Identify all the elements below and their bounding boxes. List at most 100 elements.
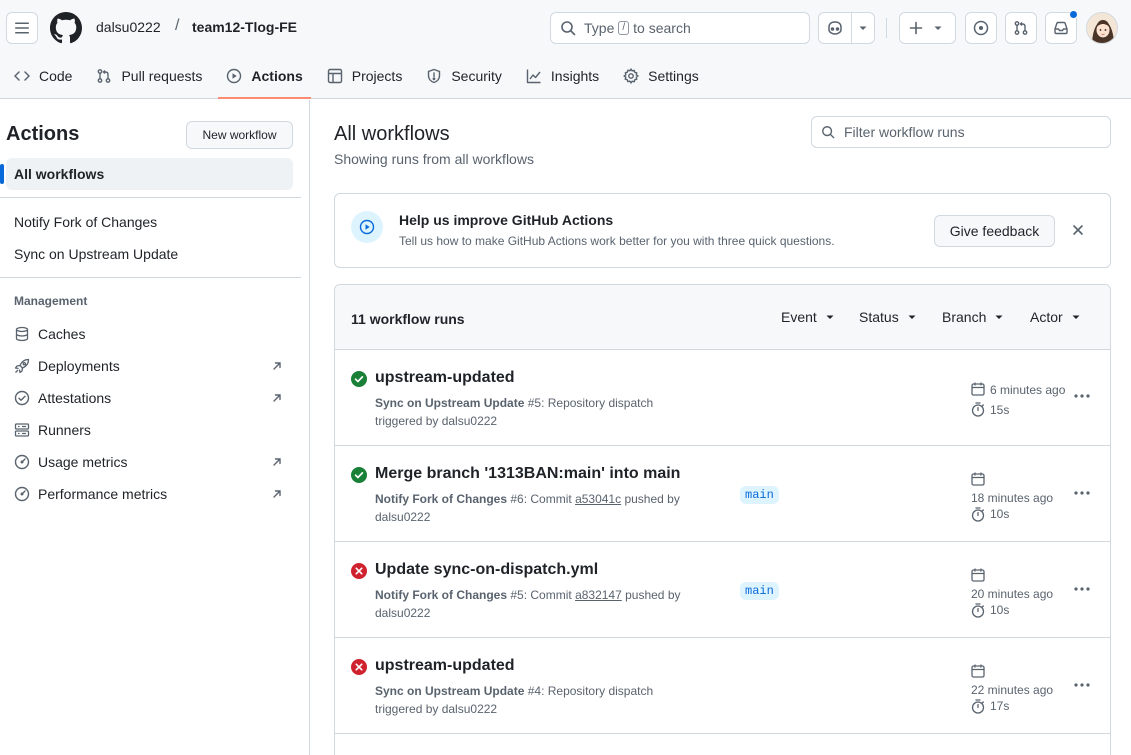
create-new-button[interactable] xyxy=(899,12,956,44)
code-icon xyxy=(14,71,30,81)
sidebar-item-attestations[interactable]: Attestations xyxy=(14,388,286,408)
global-search-input[interactable]: Type / to search xyxy=(550,12,810,44)
branch-label[interactable]: main xyxy=(740,582,779,600)
arrow-up-right-icon xyxy=(273,490,281,498)
chevron-down-icon xyxy=(995,315,1003,319)
sidebar-item-all-workflows[interactable]: All workflows xyxy=(0,158,293,190)
sidebar-item-deployments[interactable]: Deployments xyxy=(14,356,286,376)
breadcrumb-owner[interactable]: dalsu0222 xyxy=(96,19,161,35)
sidebar-item-sync-upstream[interactable]: Sync on Upstream Update xyxy=(14,246,178,262)
tab-security-label: Security xyxy=(451,68,502,84)
run-timestamp: 6 minutes ago xyxy=(990,383,1066,397)
calendar-icon xyxy=(971,382,985,396)
calendar-icon xyxy=(971,472,985,486)
sidebar-divider xyxy=(0,277,301,278)
sidebar-item-notify-fork[interactable]: Notify Fork of Changes xyxy=(14,214,157,230)
banner-text: Tell us how to make GitHub Actions work … xyxy=(399,234,835,248)
run-number: #4 xyxy=(527,684,542,698)
breadcrumb-repo[interactable]: team12-Tlog-FE xyxy=(192,19,297,35)
run-event: : Commit xyxy=(523,492,576,506)
pull-requests-button[interactable] xyxy=(1005,12,1037,44)
sidebar-item-label: Caches xyxy=(38,326,86,342)
event-filter-dropdown[interactable]: Event xyxy=(781,309,835,325)
arrow-up-right-icon xyxy=(273,362,281,370)
sidebar-item-performance-metrics[interactable]: Performance metrics xyxy=(14,484,286,504)
filter-placeholder: Filter workflow runs xyxy=(844,124,965,140)
sidebar-item-runners[interactable]: Runners xyxy=(14,420,286,440)
header-divider xyxy=(886,18,887,38)
tab-insights-label: Insights xyxy=(550,68,600,84)
sidebar-item-label: Performance metrics xyxy=(38,486,168,502)
branch-filter-dropdown[interactable]: Branch xyxy=(942,309,1004,325)
play-circle-icon xyxy=(351,211,383,243)
page-subtitle: Showing runs from all workflows xyxy=(334,151,534,167)
tab-pull-requests[interactable]: Pull requests xyxy=(88,60,210,92)
workflow-run-row[interactable]: upstream-updated Sync on Upstream Update… xyxy=(335,350,1110,446)
status-filter-dropdown[interactable]: Status xyxy=(859,309,917,325)
github-logo-icon[interactable] xyxy=(50,12,82,44)
commit-sha-link[interactable]: a832147 xyxy=(575,588,622,602)
run-title[interactable]: upstream-updated xyxy=(375,369,515,387)
run-workflow: Sync on Upstream Update xyxy=(375,396,525,410)
sidebar-item-caches[interactable]: Caches xyxy=(14,324,286,344)
branch-label[interactable]: main xyxy=(740,486,779,504)
sidebar-item-label: Deployments xyxy=(38,358,120,374)
page-title: All workflows xyxy=(334,123,450,145)
tab-settings[interactable]: Settings xyxy=(615,60,707,92)
run-title[interactable]: upstream-updated xyxy=(375,657,515,675)
stopwatch-icon xyxy=(971,507,985,522)
workflow-run-row[interactable]: upstream-updated Sync on Upstream Update… xyxy=(335,638,1110,734)
kebab-horizontal-icon[interactable] xyxy=(1072,581,1092,597)
search-prefix: Type xyxy=(584,20,615,36)
copilot-button[interactable] xyxy=(819,13,852,43)
tab-actions[interactable]: Actions xyxy=(218,60,312,99)
run-workflow: Notify Fork of Changes xyxy=(375,492,508,506)
filter-workflow-runs-input[interactable]: Filter workflow runs xyxy=(811,116,1111,148)
issues-button[interactable] xyxy=(965,12,997,44)
tab-projects[interactable]: Projects xyxy=(319,60,411,92)
copilot-button-group xyxy=(818,12,875,44)
user-avatar[interactable] xyxy=(1086,12,1118,44)
run-timestamp: 22 minutes ago xyxy=(971,683,1054,697)
tab-insights[interactable]: Insights xyxy=(518,60,607,92)
tab-security[interactable]: Security xyxy=(418,60,510,92)
run-actor: dalsu0222 xyxy=(375,510,431,524)
actions-sidebar: Actions New workflow All workflows Notif… xyxy=(0,100,310,755)
kebab-horizontal-icon[interactable] xyxy=(1072,388,1092,404)
feedback-banner: Help us improve GitHub Actions Tell us h… xyxy=(334,193,1111,268)
menu-button[interactable] xyxy=(6,12,38,44)
workflow-run-row[interactable]: Merge branch '1313BAN:main' into main No… xyxy=(335,446,1110,542)
run-event-tail: pushed by xyxy=(621,588,681,602)
run-workflow: Notify Fork of Changes xyxy=(375,588,508,602)
run-timestamp: 18 minutes ago xyxy=(971,491,1054,505)
run-number: #5 xyxy=(527,396,542,410)
workflow-run-row[interactable]: Update sync-on-dispatch.yml Notify Fork … xyxy=(335,542,1110,638)
copilot-icon xyxy=(828,21,842,35)
run-title[interactable]: Update sync-on-dispatch.yml xyxy=(375,561,598,579)
actor-filter-dropdown[interactable]: Actor xyxy=(1030,309,1081,325)
shield-icon xyxy=(428,68,441,84)
new-workflow-button[interactable]: New workflow xyxy=(186,121,293,149)
run-duration: 10s xyxy=(990,603,1010,617)
close-icon[interactable] xyxy=(1070,222,1086,238)
sidebar-item-label: Runners xyxy=(38,422,91,438)
filter-label: Branch xyxy=(942,309,987,325)
give-feedback-button[interactable]: Give feedback xyxy=(934,215,1055,247)
stopwatch-icon xyxy=(971,402,985,417)
kebab-horizontal-icon[interactable] xyxy=(1072,677,1092,693)
copilot-dropdown[interactable] xyxy=(852,13,874,43)
tab-code[interactable]: Code xyxy=(0,60,80,92)
runs-count: 11 workflow runs xyxy=(351,311,465,327)
commit-sha-link[interactable]: a53041c xyxy=(575,492,621,506)
chevron-down-icon xyxy=(934,26,942,30)
hamburger-icon xyxy=(15,22,29,34)
kebab-horizontal-icon[interactable] xyxy=(1072,485,1092,501)
chevron-down-icon xyxy=(1072,315,1080,319)
runs-list-header: 11 workflow runs Event Status Branch Act… xyxy=(335,285,1110,350)
sidebar-item-usage-metrics[interactable]: Usage metrics xyxy=(14,452,286,472)
tab-settings-label: Settings xyxy=(648,68,699,84)
run-duration: 10s xyxy=(990,507,1010,521)
run-title[interactable]: Merge branch '1313BAN:main' into main xyxy=(375,465,680,483)
notification-dot xyxy=(1069,10,1078,19)
chevron-down-icon xyxy=(826,315,834,319)
